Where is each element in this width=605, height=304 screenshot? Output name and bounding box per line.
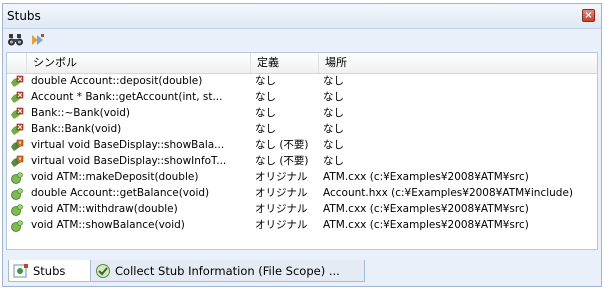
stub-green-icon — [10, 203, 24, 217]
cell-symbol: double Account::deposit(double) — [31, 75, 203, 87]
cell-symbol: double Account::getBalance(void) — [31, 187, 210, 199]
cell-location: ATM.cxx (c:¥Examples¥2008¥ATM¥src) — [323, 203, 529, 215]
stub-warn-icon — [10, 139, 24, 153]
tab-collect-stub-info[interactable]: Collect Stub Information (File Scope) ..… — [91, 260, 365, 282]
table-row[interactable]: Bank::Bank(void) なし なし — [7, 122, 597, 137]
cell-symbol: void ATM::makeDeposit(double) — [31, 171, 199, 183]
stubs-panel: Stubs × シンボル 定義 場所 double Account::depos… — [2, 3, 602, 287]
close-button[interactable]: × — [582, 9, 595, 22]
stub-warn-icon — [10, 155, 24, 169]
stubs-tab-icon — [13, 263, 29, 279]
tab-bar: Stubs Collect Stub Information (File Sco… — [6, 260, 598, 284]
close-icon: × — [584, 10, 593, 21]
binoculars-icon[interactable] — [7, 32, 25, 48]
header-definition[interactable]: 定義 — [251, 53, 319, 73]
table-row[interactable]: double Account::getBalance(void) オリジナル Acc… — [7, 186, 597, 201]
table-row[interactable]: double Account::deposit(double) なし なし — [7, 74, 597, 89]
header-icon-col — [7, 53, 27, 73]
cell-definition: オリジナル — [255, 219, 308, 231]
cell-location: ATM.cxx (c:¥Examples¥2008¥ATM¥src) — [323, 171, 529, 183]
tab-collect-label: Collect Stub Information (File Scope) ..… — [115, 264, 340, 278]
cell-symbol: Bank::~Bank(void) — [31, 107, 131, 119]
collect-tab-icon — [95, 263, 111, 279]
cell-symbol: void ATM::showBalance(void) — [31, 219, 185, 231]
cell-definition: なし (不要) — [255, 155, 309, 167]
table-row[interactable]: void ATM::withdraw(double) オリジナル ATM.cxx (… — [7, 202, 597, 217]
tab-stubs[interactable]: Stubs — [8, 260, 91, 282]
cell-location: ATM.cxx (c:¥Examples¥2008¥ATM¥src) — [323, 219, 529, 231]
panel-title: Stubs — [7, 9, 41, 23]
stub-red-icon — [10, 91, 24, 105]
cell-location: なし — [323, 155, 344, 167]
cell-definition: オリジナル — [255, 187, 308, 199]
cell-symbol: virtual void BaseDisplay::showBala... — [31, 139, 225, 151]
cell-location: なし — [323, 107, 344, 119]
stub-red-icon — [10, 75, 24, 89]
header-symbol[interactable]: シンボル — [27, 53, 251, 73]
cell-symbol: Bank::Bank(void) — [31, 123, 122, 135]
panel-titlebar: Stubs × — [3, 4, 601, 29]
table-row[interactable]: virtual void BaseDisplay::showInfoT... なし… — [7, 154, 597, 169]
stub-green-icon — [10, 171, 24, 185]
stub-red-icon — [10, 123, 24, 137]
table-row[interactable]: Bank::~Bank(void) なし なし — [7, 106, 597, 121]
cell-definition: オリジナル — [255, 171, 308, 183]
cell-location: なし — [323, 75, 344, 87]
table-row[interactable]: void ATM::makeDeposit(double) オリジナル ATM.cx… — [7, 170, 597, 185]
cell-definition: なし — [255, 91, 276, 103]
cell-symbol: virtual void BaseDisplay::showInfoT... — [31, 155, 227, 167]
stubs-table: シンボル 定義 場所 double Account::deposit(doubl… — [6, 52, 598, 250]
stub-red-icon — [10, 107, 24, 121]
cell-definition: オリジナル — [255, 203, 308, 215]
stub-green-icon — [10, 219, 24, 233]
cell-definition: なし — [255, 107, 276, 119]
cell-location: なし — [323, 139, 344, 151]
cell-location: なし — [323, 123, 344, 135]
table-row[interactable]: Account * Bank::getAccount(int, st... なし な… — [7, 90, 597, 105]
cell-definition: なし — [255, 75, 276, 87]
stub-tool-icon[interactable] — [29, 32, 47, 48]
cell-location: なし — [323, 91, 344, 103]
cell-symbol: Account * Bank::getAccount(int, st... — [31, 91, 223, 103]
cell-definition: なし — [255, 123, 276, 135]
stub-green-icon — [10, 187, 24, 201]
cell-symbol: void ATM::withdraw(double) — [31, 203, 178, 215]
toolbar — [3, 29, 601, 51]
cell-location: Account.hxx (c:¥Examples¥2008¥ATM¥includ… — [323, 187, 574, 199]
table-row[interactable]: virtual void BaseDisplay::showBala... なし … — [7, 138, 597, 153]
header-location[interactable]: 場所 — [319, 53, 597, 73]
tab-stubs-label: Stubs — [33, 264, 66, 278]
table-row[interactable]: void ATM::showBalance(void) オリジナル ATM.cxx … — [7, 218, 597, 233]
table-header: シンボル 定義 場所 — [7, 53, 597, 74]
cell-definition: なし (不要) — [255, 139, 309, 151]
